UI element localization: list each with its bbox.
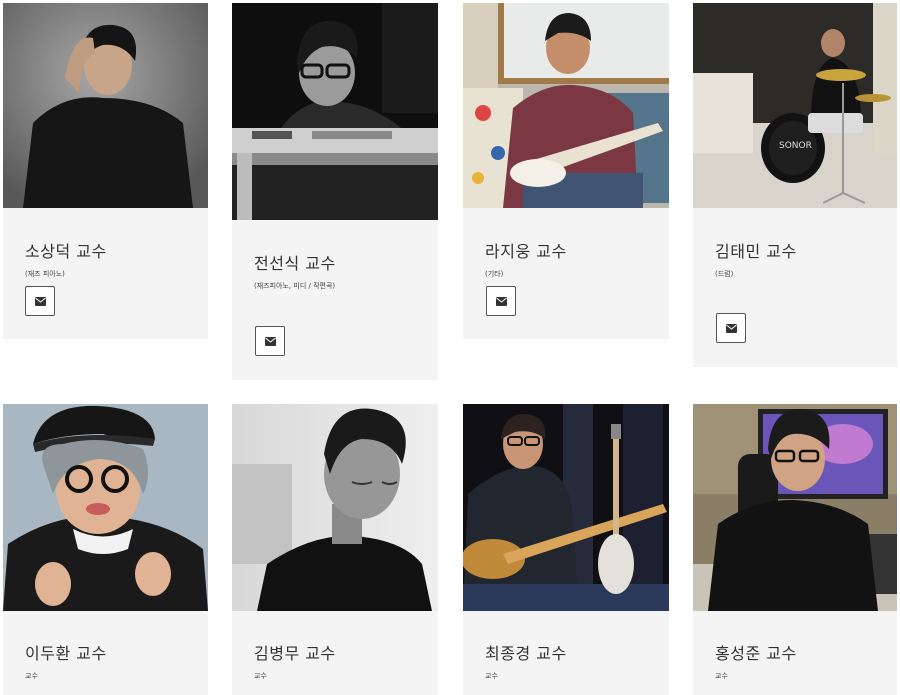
faculty-card: 소상덕 교수 (재즈 피아노) bbox=[3, 3, 208, 339]
faculty-photo[interactable] bbox=[463, 404, 669, 611]
envelope-icon bbox=[264, 336, 276, 346]
faculty-photo[interactable] bbox=[3, 404, 208, 611]
faculty-role: 교수 bbox=[485, 672, 498, 680]
faculty-card: 라지웅 교수 (기타) bbox=[463, 3, 669, 339]
faculty-role: 교수 bbox=[715, 672, 728, 680]
faculty-card: 최종경 교수 교수 bbox=[463, 404, 669, 695]
faculty-photo[interactable] bbox=[3, 3, 208, 208]
faculty-grid: 소상덕 교수 (재즈 피아노) 전선식 교수 (재즈피아노, 미디 / 작편곡)… bbox=[0, 0, 900, 695]
envelope-icon bbox=[495, 296, 507, 306]
faculty-role: (드럼) bbox=[715, 270, 734, 278]
faculty-card: SONOR 김태민 교수 (드럼) bbox=[693, 3, 897, 367]
faculty-name: 라지웅 교수 bbox=[485, 242, 567, 261]
faculty-name: 이두환 교수 bbox=[25, 644, 107, 663]
svg-text:SONOR: SONOR bbox=[779, 141, 812, 151]
faculty-name: 소상덕 교수 bbox=[25, 242, 107, 261]
envelope-icon bbox=[725, 323, 737, 333]
faculty-role: (재즈 피아노) bbox=[25, 270, 65, 278]
faculty-name: 최종경 교수 bbox=[485, 644, 567, 663]
faculty-card: 김병무 교수 교수 bbox=[232, 404, 438, 695]
email-button[interactable] bbox=[486, 286, 516, 316]
faculty-card: 전선식 교수 (재즈피아노, 미디 / 작편곡) bbox=[232, 3, 438, 380]
faculty-card: 이두환 교수 교수 bbox=[3, 404, 208, 695]
email-button[interactable] bbox=[716, 313, 746, 343]
faculty-name: 김태민 교수 bbox=[715, 242, 797, 261]
faculty-photo[interactable] bbox=[463, 3, 669, 208]
faculty-photo[interactable] bbox=[232, 404, 438, 611]
envelope-icon bbox=[34, 296, 46, 306]
faculty-photo[interactable]: SONOR bbox=[693, 3, 897, 208]
email-button[interactable] bbox=[25, 286, 55, 316]
faculty-role: 교수 bbox=[254, 672, 267, 680]
faculty-photo[interactable] bbox=[693, 404, 897, 611]
faculty-photo[interactable] bbox=[232, 3, 438, 220]
faculty-role: 교수 bbox=[25, 672, 38, 680]
faculty-name: 김병무 교수 bbox=[254, 644, 336, 663]
email-button[interactable] bbox=[255, 326, 285, 356]
faculty-name: 홍성준 교수 bbox=[715, 644, 797, 663]
faculty-card: 홍성준 교수 교수 bbox=[693, 404, 897, 695]
faculty-name: 전선식 교수 bbox=[254, 254, 336, 273]
faculty-role: (기타) bbox=[485, 270, 504, 278]
faculty-role: (재즈피아노, 미디 / 작편곡) bbox=[254, 282, 336, 290]
